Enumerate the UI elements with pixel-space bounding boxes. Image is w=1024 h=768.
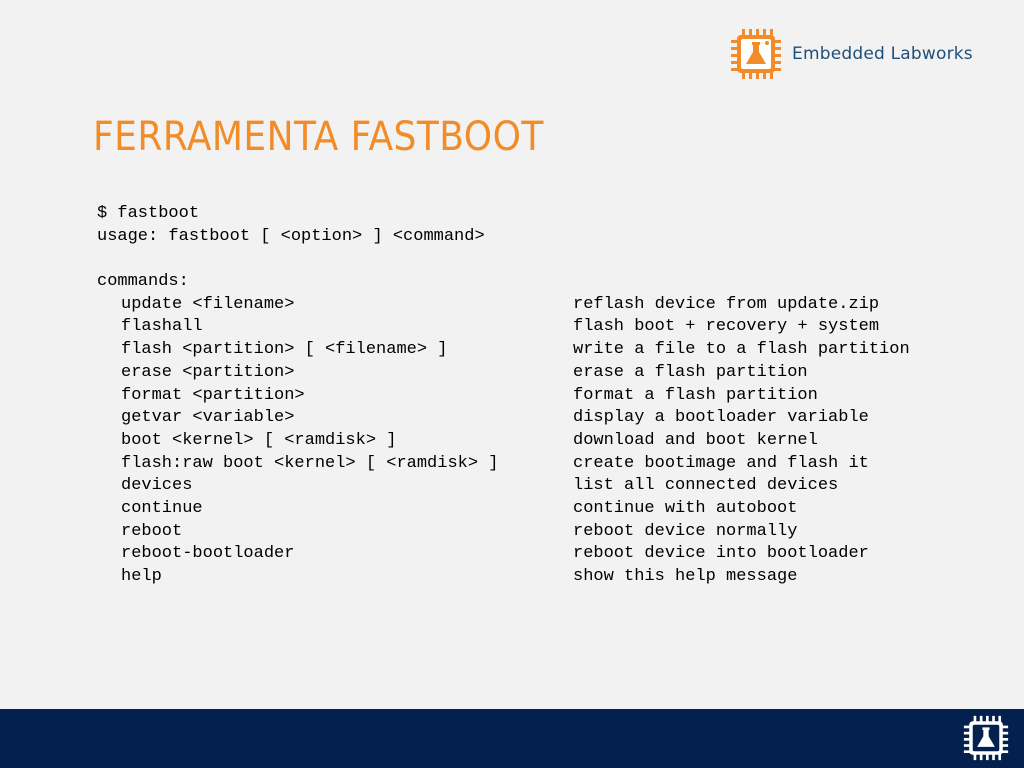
- command-name: update <filename>: [121, 294, 295, 314]
- command-row: flashall flash boot + recovery + system: [97, 316, 997, 339]
- command-description: continue with autoboot: [573, 498, 798, 518]
- command-row: format <partition> format a flash partiti…: [97, 385, 997, 408]
- command-row: reboot reboot device normally: [97, 521, 997, 544]
- command-row: help show this help message: [97, 566, 997, 589]
- command-row: getvar <variable> display a bootloader va…: [97, 407, 997, 430]
- command-description: erase a flash partition: [573, 362, 808, 382]
- command-name: continue: [121, 498, 203, 518]
- usage-line: usage: fastboot [ <option> ] <command>: [97, 226, 485, 246]
- prompt-line: $ fastboot: [97, 204, 200, 223]
- command-name: flashall: [121, 317, 203, 337]
- command-description: create bootimage and flash it: [573, 453, 869, 473]
- commands-header: commands:: [97, 272, 189, 292]
- command-name: reboot: [121, 521, 183, 541]
- command-row: devices list all connected devices: [97, 475, 997, 498]
- command-row: reboot-bootloader reboot device into boot…: [97, 543, 997, 566]
- brand-logo: Embedded Labworks: [730, 28, 973, 80]
- command-name: help: [121, 567, 162, 586]
- command-description: reflash device from update.zip: [573, 294, 880, 314]
- command-description: reboot device normally: [573, 521, 798, 541]
- slide-title: FERRAMENTA FASTBOOT: [93, 114, 544, 160]
- command-list: update <filename> reflash device from upd…: [97, 294, 997, 589]
- brand-name: Embedded Labworks: [792, 44, 973, 64]
- command-row: continue continue with autoboot: [97, 498, 997, 521]
- command-description: download and boot kernel: [573, 430, 818, 450]
- command-name: flash <partition> [ <filename> ]: [121, 340, 448, 360]
- command-row: update <filename> reflash device from upd…: [97, 294, 997, 317]
- command-description: flash boot + recovery + system: [573, 317, 880, 337]
- command-name: getvar <variable>: [121, 408, 295, 428]
- command-description: show this help message: [573, 567, 798, 586]
- command-row: flash <partition> [ <filename> ] write a …: [97, 339, 997, 362]
- command-name: reboot-bootloader: [121, 544, 295, 564]
- command-name: format <partition>: [121, 385, 305, 405]
- command-row: flash:raw boot <kernel> [ <ramdisk> ] cre…: [97, 453, 997, 476]
- command-row: erase <partition> erase a flash partition: [97, 362, 997, 385]
- command-name: flash:raw boot <kernel> [ <ramdisk> ]: [121, 453, 499, 473]
- command-name: devices: [121, 476, 193, 496]
- footer-bar: [0, 709, 1024, 768]
- chip-flask-icon: [731, 29, 781, 79]
- command-name: boot <kernel> [ <ramdisk> ]: [121, 430, 397, 450]
- command-description: format a flash partition: [573, 385, 818, 405]
- command-name: erase <partition>: [121, 362, 295, 382]
- command-description: list all connected devices: [573, 476, 839, 496]
- terminal-output: $ fastboot usage: fastboot [ <option> ] …: [97, 203, 997, 589]
- command-description: display a bootloader variable: [573, 408, 869, 428]
- command-description: write a file to a flash partition: [573, 340, 910, 360]
- command-row: boot <kernel> [ <ramdisk> ] download and …: [97, 430, 997, 453]
- command-description: reboot device into bootloader: [573, 544, 869, 564]
- chip-flask-icon: [963, 715, 1009, 761]
